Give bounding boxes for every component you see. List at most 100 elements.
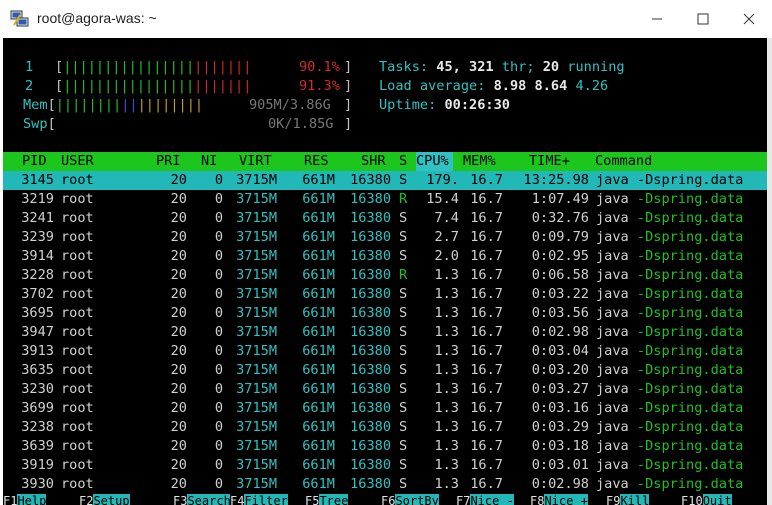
close-button[interactable] bbox=[726, 0, 772, 38]
table-row-selected[interactable]: 3145 root 20 0 3715M 661M 16380 S 179. 16.7 13:25.… bbox=[3, 171, 767, 190]
col-cpu[interactable]: CPU% bbox=[416, 152, 453, 171]
cell-pri: 20 bbox=[170, 457, 187, 473]
cell-ni: 0 bbox=[214, 438, 223, 454]
cpu1-bar-user: |||||||||||||||| bbox=[63, 59, 195, 75]
fkey-key: F10 bbox=[681, 494, 703, 505]
col-user[interactable]: USER bbox=[61, 152, 94, 171]
cpu2-bracket-close: ] bbox=[344, 78, 353, 94]
fkey-f8[interactable]: F8Nice + bbox=[530, 493, 588, 505]
table-row[interactable]: 3241 root 20 0 3715M 661M 16380 S 7.4 16.7 0:32.76… bbox=[3, 209, 767, 228]
table-row[interactable]: 3702 root 20 0 3715M 661M 16380 S 1.3 16.7 0:03.22… bbox=[3, 285, 767, 304]
cell-cmd: java -Dspring.data bbox=[596, 210, 744, 226]
load-5min: 8.64 bbox=[534, 78, 568, 94]
table-row[interactable]: 3239 root 20 0 3715M 661M 16380 S 2.7 16.7 0:09.79… bbox=[3, 228, 767, 247]
cell-mem: 16.7 bbox=[470, 476, 503, 492]
table-row[interactable]: 3699 root 20 0 3715M 661M 16380 S 1.3 16.7 0:03.16… bbox=[3, 399, 767, 418]
cell-pid: 3947 bbox=[21, 324, 54, 340]
title-bar[interactable]: root@agora-was: ~ bbox=[0, 0, 772, 38]
scrollbar[interactable] bbox=[767, 38, 772, 505]
table-row[interactable]: 3695 root 20 0 3715M 661M 16380 S 1.3 16.7 0:03.56… bbox=[3, 304, 767, 323]
table-row[interactable]: 3238 root 20 0 3715M 661M 16380 S 1.3 16.7 0:03.29… bbox=[3, 418, 767, 437]
table-row[interactable]: 3930 root 20 0 3715M 661M 16380 S 1.3 16.7 0:02.98… bbox=[3, 475, 767, 494]
fkey-f2[interactable]: F2Setup bbox=[79, 493, 130, 505]
cell-mem: 16.7 bbox=[470, 381, 503, 397]
fkey-f10[interactable]: F10Quit bbox=[681, 493, 732, 505]
col-mem[interactable]: MEM% bbox=[463, 152, 496, 171]
cpu1-bar: [||||||||||||||||||||||| bbox=[55, 59, 252, 75]
col-virt[interactable]: VIRT bbox=[239, 152, 272, 171]
table-row[interactable]: 3230 root 20 0 3715M 661M 16380 S 1.3 16.7 0:03.27… bbox=[3, 380, 767, 399]
swp-value: 0K/1.85G bbox=[268, 116, 334, 132]
fkey-f1[interactable]: F1Help bbox=[3, 493, 47, 505]
cell-res: 661M bbox=[302, 400, 335, 416]
cell-virt: 3715M bbox=[236, 400, 277, 416]
table-row[interactable]: 3919 root 20 0 3715M 661M 16380 S 1.3 16.7 0:03.01… bbox=[3, 456, 767, 475]
fkey-f4[interactable]: F4Filter bbox=[230, 493, 288, 505]
fkey-key: F1 bbox=[3, 494, 18, 505]
uptime: Uptime: 00:26:30 bbox=[379, 96, 510, 115]
col-pri[interactable]: PRI bbox=[156, 152, 181, 171]
table-row[interactable]: 3639 root 20 0 3715M 661M 16380 S 1.3 16.7 0:03.18… bbox=[3, 437, 767, 456]
table-row[interactable]: 3219 root 20 0 3715M 661M 16380 R 15.4 16.7 1:07.4… bbox=[3, 190, 767, 209]
table-row[interactable]: 3635 root 20 0 3715M 661M 16380 S 1.3 16.7 0:03.20… bbox=[3, 361, 767, 380]
col-res[interactable]: RES bbox=[304, 152, 329, 171]
cell-user: root bbox=[61, 400, 94, 416]
fkey-label: Kill bbox=[620, 494, 650, 505]
cell-mem: 16.7 bbox=[470, 210, 503, 226]
cell-s: S bbox=[399, 343, 408, 359]
putty-icon[interactable] bbox=[10, 9, 30, 29]
cell-virt: 3715M bbox=[236, 305, 277, 321]
fkey-f9[interactable]: F9Kill bbox=[606, 493, 650, 505]
cell-mem: 16.7 bbox=[470, 229, 503, 245]
mem-label: Mem bbox=[23, 97, 48, 113]
cell-shr: 16380 bbox=[350, 191, 391, 207]
cpu1-bracket-close: ] bbox=[344, 59, 353, 75]
table-row[interactable]: 3947 root 20 0 3715M 661M 16380 S 1.3 16.7 0:02.98… bbox=[3, 323, 767, 342]
cell-user: root bbox=[61, 381, 94, 397]
col-time[interactable]: TIME+ bbox=[529, 152, 570, 171]
minimize-button[interactable] bbox=[634, 0, 680, 38]
fkey-f7[interactable]: F7Nice - bbox=[456, 493, 514, 505]
cell-cpu: 1.3 bbox=[434, 438, 459, 454]
col-shr[interactable]: SHR bbox=[361, 152, 386, 171]
cell-pid: 3699 bbox=[21, 400, 54, 416]
cell-pid: 3145 bbox=[21, 172, 54, 188]
cell-pid: 3913 bbox=[21, 343, 54, 359]
cell-cpu: 1.3 bbox=[434, 362, 459, 378]
cell-cmd: java -Dspring.data bbox=[596, 343, 744, 359]
cell-s: S bbox=[399, 476, 408, 492]
cell-time: 0:03.27 bbox=[531, 381, 589, 397]
col-pid[interactable]: PID bbox=[22, 152, 47, 171]
fkey-f3[interactable]: F3Search bbox=[173, 493, 231, 505]
cell-s: S bbox=[399, 286, 408, 302]
cell-ni: 0 bbox=[214, 362, 223, 378]
cell-cmd: java -Dspring.data bbox=[596, 324, 744, 340]
cell-virt: 3715M bbox=[236, 286, 277, 302]
col-ni[interactable]: NI bbox=[201, 152, 217, 171]
col-state[interactable]: S bbox=[399, 152, 407, 171]
threads-label: thr; bbox=[501, 59, 535, 75]
cell-s: S bbox=[399, 229, 408, 245]
cell-pri: 20 bbox=[170, 438, 187, 454]
load-average: Load average: 8.98 8.64 4.26 bbox=[379, 77, 608, 96]
table-row[interactable]: 3913 root 20 0 3715M 661M 16380 S 1.3 16.7 0:03.04… bbox=[3, 342, 767, 361]
cell-pri: 20 bbox=[170, 305, 187, 321]
fkey-label: Tree bbox=[319, 494, 349, 505]
cell-ni: 0 bbox=[214, 267, 223, 283]
cell-user: root bbox=[61, 362, 94, 378]
cell-virt: 3715M bbox=[236, 191, 277, 207]
cell-virt: 3715M bbox=[236, 267, 277, 283]
cell-time: 0:03.01 bbox=[531, 457, 589, 473]
cell-res: 661M bbox=[302, 286, 335, 302]
cpu1-label: 1 bbox=[25, 59, 34, 75]
table-row[interactable]: 3228 root 20 0 3715M 661M 16380 R 1.3 16.7 0:06.58… bbox=[3, 266, 767, 285]
cell-pid: 3919 bbox=[21, 457, 54, 473]
maximize-button[interactable] bbox=[680, 0, 726, 38]
cell-pri: 20 bbox=[170, 419, 187, 435]
fkey-label: Filter bbox=[244, 494, 288, 505]
fkey-f5[interactable]: F5Tree bbox=[305, 493, 349, 505]
table-row[interactable]: 3914 root 20 0 3715M 661M 16380 S 2.0 16.7 0:02.95… bbox=[3, 247, 767, 266]
fkey-f6[interactable]: F6SortBy bbox=[381, 493, 439, 505]
terminal-area[interactable]: 1 [||||||||||||||||||||||| 90.1% ] 2 [||… bbox=[3, 38, 767, 505]
col-command[interactable]: Command bbox=[595, 152, 652, 171]
